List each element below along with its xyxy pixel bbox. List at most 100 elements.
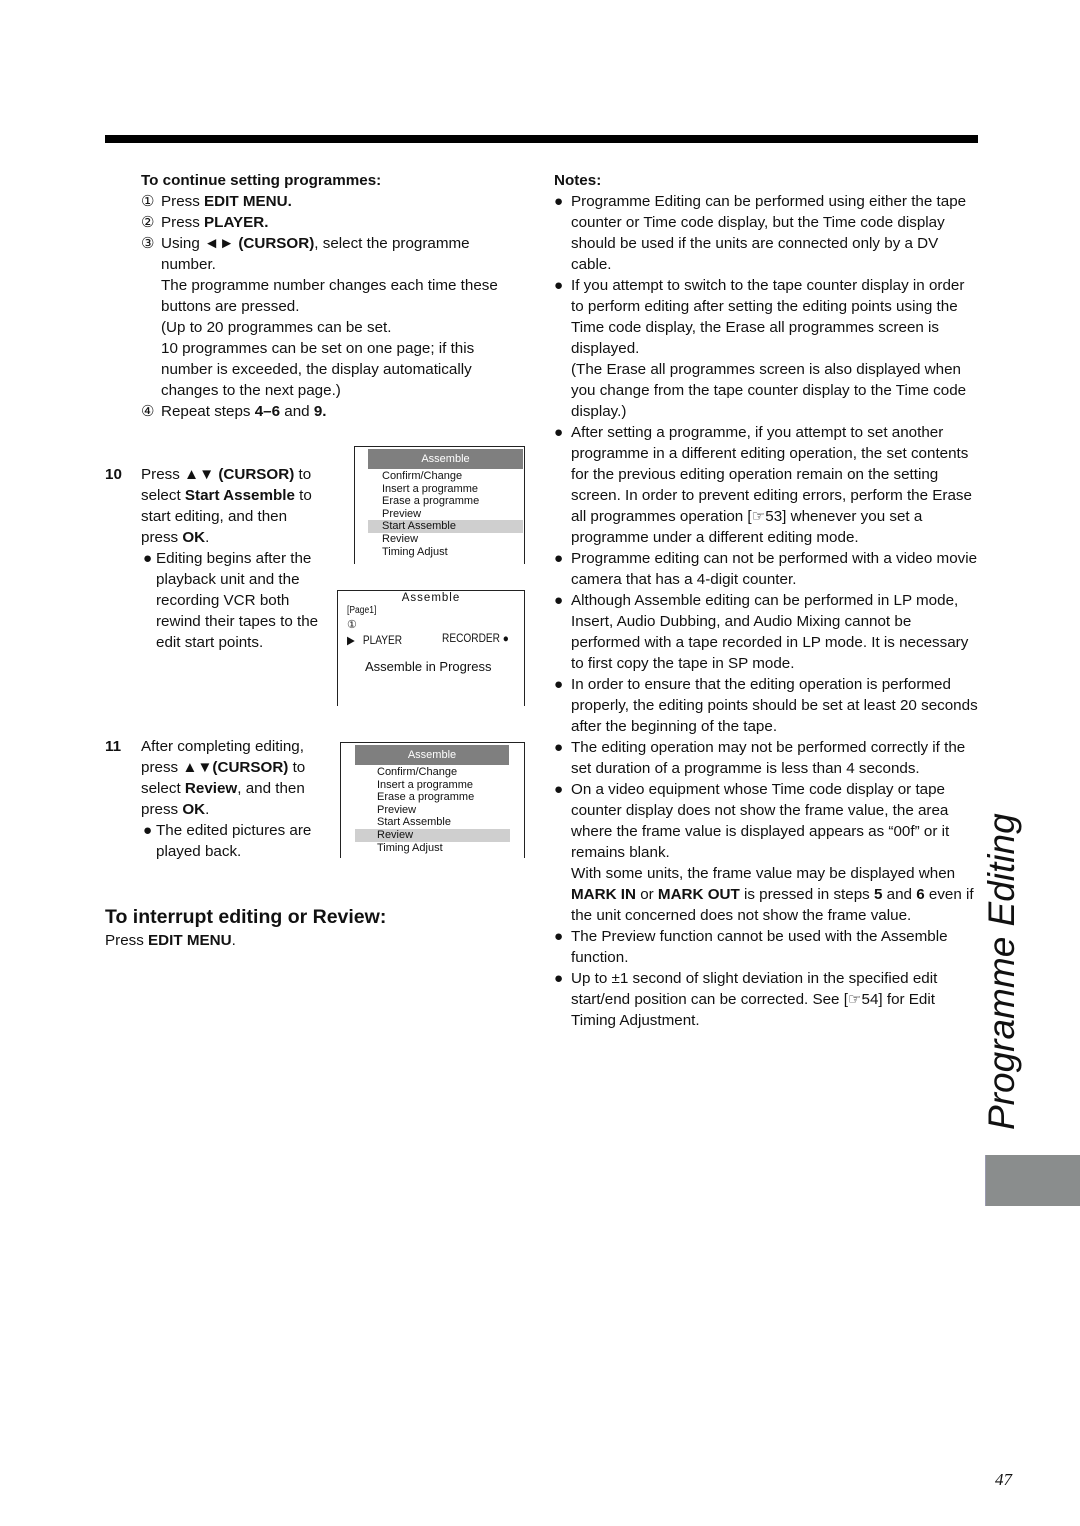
button-name: ▲▼ (CURSOR) — [184, 466, 295, 483]
note-item: ● Programme editing can not be performed… — [554, 548, 979, 590]
bullet-icon: ● — [554, 739, 564, 756]
bullet-icon: ● — [554, 592, 564, 609]
osd-menu-item[interactable]: Timing Adjust — [368, 546, 523, 559]
note-text: The Preview function cannot be used with… — [571, 928, 948, 966]
osd-status: Assemble in Progress — [365, 659, 492, 674]
osd-menu-item[interactable]: Confirm/Change — [368, 470, 523, 483]
section-side-title: Programme Editing — [981, 813, 1022, 1130]
bullet-icon: ● — [554, 676, 564, 693]
osd-device-row: ▶ PLAYER RECORDER ● — [347, 633, 509, 647]
interrupt-body: Press EDIT MENU. — [105, 930, 236, 951]
osd-assemble-menu-review: Assemble Confirm/Change Insert a program… — [340, 742, 525, 858]
continue-step: ② Press PLAYER. — [141, 212, 521, 233]
notes-heading: Notes: — [554, 172, 602, 189]
continue-heading: To continue setting programmes: — [141, 172, 382, 189]
step-marker: ③ — [141, 235, 155, 252]
step-ref: 9. — [313, 403, 327, 420]
step-bullet: ● The edited pictures are played back. — [141, 820, 326, 862]
step-text: . — [205, 529, 210, 546]
step-text: . — [205, 801, 210, 818]
notes-column: Notes: ● Programme Editing can be perfor… — [554, 170, 979, 1031]
button-name: MARK IN — [571, 886, 636, 903]
step-ref: 6 — [916, 886, 925, 903]
menu-item-name: Review — [184, 780, 238, 797]
step-marker: ④ — [141, 403, 155, 420]
osd-title: Assemble — [401, 592, 461, 604]
bullet-icon: ● — [554, 424, 564, 441]
note-item: ● If you attempt to switch to the tape c… — [554, 275, 979, 422]
osd-page-label: [Page1] — [347, 605, 377, 616]
osd-menu-item[interactable]: Timing Adjust — [355, 842, 510, 855]
continue-step: ① Press EDIT MENU. — [141, 191, 521, 212]
step-marker: ① — [141, 193, 155, 210]
button-name: PLAYER. — [204, 214, 269, 231]
continue-step: ④ Repeat steps 4–6 and 9. — [141, 401, 521, 422]
note-text: On a video equipment whose Time code dis… — [571, 781, 950, 861]
menu-item-name: Start Assemble — [184, 487, 295, 504]
continue-steps: ① Press EDIT MENU. ② Press PLAYER. ③ Usi… — [141, 191, 521, 422]
button-name: OK — [182, 801, 206, 818]
osd-title: Assemble — [368, 449, 523, 469]
note-item: ● On a video equipment whose Time code d… — [554, 779, 979, 926]
note-text: Up to ±1 second of slight deviation in t… — [571, 970, 938, 1029]
bullet-icon: ● — [554, 928, 564, 945]
bullet-icon: ● — [554, 193, 564, 210]
bullet-icon: ● — [143, 822, 153, 839]
button-name: OK — [182, 529, 206, 546]
osd-menu-item[interactable]: Insert a programme — [355, 779, 510, 792]
step-detail: 10 programmes can be set on one page; if… — [161, 340, 475, 399]
note-item: ● Although Assemble editing can be perfo… — [554, 590, 979, 674]
osd-recorder-group: RECORDER ● — [442, 633, 509, 645]
note-item: ● Up to ±1 second of slight deviation in… — [554, 968, 979, 1031]
step-ref: 4–6 — [254, 403, 281, 420]
note-text: is pressed in steps — [739, 886, 874, 903]
osd-menu-item-selected[interactable]: Review — [355, 828, 510, 842]
osd-menu-item[interactable]: Confirm/Change — [355, 766, 510, 779]
step-body: After completing editing, press ▲▼(CURSO… — [141, 736, 326, 862]
step-text: Press — [141, 466, 185, 483]
note-text: or — [635, 886, 658, 903]
bullet-icon: ● — [554, 781, 564, 798]
bullet-icon: ● — [554, 277, 564, 294]
osd-menu-item[interactable]: Erase a programme — [355, 791, 510, 804]
button-name: MARK OUT — [657, 886, 740, 903]
osd-menu-item[interactable]: Preview — [355, 804, 510, 817]
note-text: and — [882, 886, 917, 903]
record-icon: ● — [502, 633, 509, 645]
section-tab — [985, 1155, 1080, 1206]
body-text: Press — [105, 932, 149, 949]
button-name: EDIT MENU. — [204, 193, 292, 210]
osd-menu-item-selected[interactable]: Start Assemble — [368, 520, 523, 533]
osd-menu-item[interactable]: Preview — [368, 508, 523, 521]
step-text: Press — [161, 193, 205, 210]
note-item: ● Programme Editing can be performed usi… — [554, 191, 979, 275]
continue-step: ③ Using ◄► (CURSOR), select the programm… — [141, 233, 521, 401]
osd-player-label: PLAYER — [362, 635, 403, 647]
osd-menu-item[interactable]: Review — [368, 533, 523, 546]
osd-menu-item[interactable]: Insert a programme — [368, 483, 523, 496]
step-bullet: ● Editing begins after the playback unit… — [141, 548, 326, 653]
note-text: Although Assemble editing can be perform… — [571, 592, 969, 672]
interrupt-heading: To interrupt editing or Review: — [105, 906, 387, 928]
note-text: If you attempt to switch to the tape cou… — [571, 277, 965, 357]
step-text: Using — [161, 235, 205, 252]
osd-assemble-menu-start: Assemble Confirm/Change Insert a program… — [354, 446, 525, 564]
note-text: Programme editing can not be performed w… — [571, 550, 978, 588]
osd-title: Assemble — [355, 745, 509, 765]
step-text: Repeat steps — [161, 403, 255, 420]
step-number: 11 — [105, 738, 122, 755]
osd-menu-item[interactable]: Erase a programme — [368, 495, 523, 508]
bullet-text: Editing begins after the playback unit a… — [156, 550, 319, 651]
osd-menu-item[interactable]: Start Assemble — [355, 816, 510, 829]
step-detail: The programme number changes each time t… — [161, 277, 498, 315]
step-marker: ② — [141, 214, 155, 231]
note-text: With some units, the frame value may be … — [571, 865, 956, 882]
osd-programme-number: ① — [347, 619, 357, 631]
bullet-text: The edited pictures are played back. — [156, 822, 312, 860]
header-rule — [105, 135, 978, 143]
step-detail: (Up to 20 programmes can be set. — [161, 319, 392, 336]
osd-assemble-progress: Assemble [Page1] ① ▶ PLAYER RECORDER ● A… — [337, 590, 525, 706]
step-body: Press ▲▼ (CURSOR) to select Start Assemb… — [141, 464, 326, 653]
note-item: ● After setting a programme, if you atte… — [554, 422, 979, 548]
note-item: ● The Preview function cannot be used wi… — [554, 926, 979, 968]
